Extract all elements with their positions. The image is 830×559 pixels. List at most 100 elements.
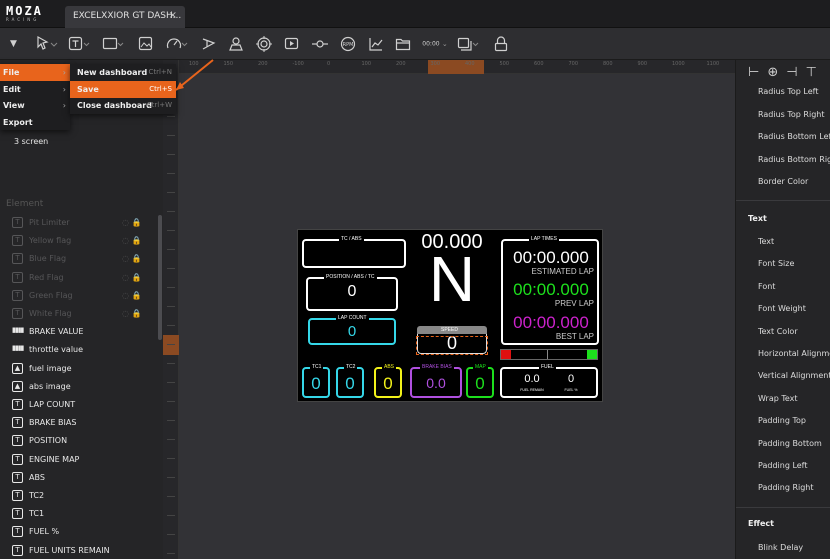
estimated-lap-time[interactable]: 00:00.000 bbox=[504, 248, 598, 268]
ruler-label: 1100 bbox=[706, 61, 720, 67]
property-label[interactable]: Vertical Alignment bbox=[758, 371, 830, 380]
element-list-item[interactable]: T ABS bbox=[6, 469, 156, 487]
speed-selection-box[interactable] bbox=[416, 336, 488, 355]
property-label[interactable]: Font Weight bbox=[758, 304, 806, 313]
tc2-value[interactable]: 0 bbox=[336, 374, 364, 394]
element-list-item[interactable]: T TC2 bbox=[6, 487, 156, 505]
hidden-lock-icon[interactable]: ◌ 🔒 bbox=[122, 269, 141, 287]
property-label[interactable]: Radius Bottom Left bbox=[758, 132, 830, 141]
video-tool-icon[interactable] bbox=[284, 35, 300, 53]
rectangle-tool-icon[interactable] bbox=[102, 35, 124, 53]
property-label[interactable]: Blink Delay bbox=[758, 543, 803, 552]
property-label[interactable]: Radius Top Left bbox=[758, 87, 818, 96]
element-list-item[interactable]: T White Flag ◌ 🔒 bbox=[6, 305, 156, 323]
lock-tool-icon[interactable] bbox=[493, 35, 509, 53]
element-list-item[interactable]: T FUEL UNITS REMAIN bbox=[6, 542, 156, 559]
menu-item-file[interactable]: File › bbox=[0, 64, 70, 81]
tc-abs-box[interactable] bbox=[302, 239, 406, 268]
slider-tool-icon[interactable] bbox=[312, 35, 328, 53]
abs-value[interactable]: 0 bbox=[374, 374, 402, 394]
element-list-item[interactable]: T BRAKE BIAS bbox=[6, 414, 156, 432]
time-tool[interactable]: 00:00 ⌄ bbox=[420, 35, 450, 53]
align-center-icon[interactable]: ⊕ bbox=[767, 65, 786, 80]
tc1-value[interactable]: 0 bbox=[302, 374, 330, 394]
property-label[interactable]: Radius Top Right bbox=[758, 110, 824, 119]
property-label[interactable]: Padding Bottom bbox=[758, 439, 822, 448]
element-list-item[interactable]: T LAP COUNT bbox=[6, 396, 156, 414]
element-label: Pit Limiter bbox=[29, 218, 70, 227]
logo-text: MOZA bbox=[6, 4, 43, 18]
submenu-item-close-dashboard[interactable]: Close dashboard Ctrl+W bbox=[70, 97, 176, 114]
element-list-item[interactable]: ▮▮▮▮ BRAKE VALUE bbox=[6, 323, 156, 341]
property-label[interactable]: Padding Right bbox=[758, 483, 814, 492]
hidden-lock-icon[interactable]: ◌ 🔒 bbox=[122, 250, 141, 268]
property-label[interactable]: Radius Bottom Right bbox=[758, 155, 830, 164]
fuel-remain-value[interactable]: 0.0 bbox=[512, 373, 552, 385]
person-tool-icon[interactable] bbox=[228, 35, 244, 53]
hidden-lock-icon[interactable]: ◌ 🔒 bbox=[122, 287, 141, 305]
element-list-item[interactable]: T Red Flag ◌ 🔒 bbox=[6, 269, 156, 287]
menu-item-label: View bbox=[3, 101, 25, 110]
rev-bar[interactable] bbox=[500, 349, 598, 360]
flag-tool-icon[interactable] bbox=[201, 35, 217, 53]
align-left-icon[interactable]: ⊢ bbox=[748, 65, 767, 80]
folder-tool-icon[interactable] bbox=[395, 35, 411, 53]
best-lap-time[interactable]: 00:00.000 bbox=[504, 313, 598, 333]
property-label[interactable]: Border Color bbox=[758, 177, 808, 186]
menu-item-view[interactable]: View › bbox=[0, 97, 70, 114]
element-list-item[interactable]: T POSITION bbox=[6, 432, 156, 450]
target-tool-icon[interactable] bbox=[256, 35, 272, 53]
property-label[interactable]: Text Color bbox=[758, 327, 798, 336]
hidden-lock-icon[interactable]: ◌ 🔒 bbox=[122, 232, 141, 250]
submenu-item-new-dashboard[interactable]: New dashboard Ctrl+N bbox=[70, 64, 176, 81]
layers-tool-icon[interactable] bbox=[457, 35, 479, 53]
text-tool-icon[interactable] bbox=[68, 35, 90, 53]
gear-value[interactable]: N bbox=[422, 244, 482, 314]
property-label[interactable]: Wrap Text bbox=[758, 394, 798, 403]
brake-bias-value[interactable]: 0.0 bbox=[410, 375, 462, 391]
ruler-tick bbox=[167, 363, 175, 364]
element-list-scrollbar[interactable] bbox=[158, 215, 162, 340]
pointer-tool-icon[interactable] bbox=[36, 35, 58, 53]
align-right-icon[interactable]: ⊣ bbox=[786, 65, 805, 80]
element-list-item[interactable]: T TC1 bbox=[6, 505, 156, 523]
element-list-item[interactable]: T Pit Limiter ◌ 🔒 bbox=[6, 214, 156, 232]
close-tab-icon[interactable]: × bbox=[169, 10, 177, 21]
gauge-tool-icon[interactable] bbox=[166, 35, 188, 53]
property-label[interactable]: Padding Top bbox=[758, 416, 806, 425]
ruler-label: -100 bbox=[292, 61, 304, 67]
property-label[interactable]: Padding Left bbox=[758, 461, 808, 470]
property-label[interactable]: Font bbox=[758, 282, 775, 291]
screen-item[interactable]: 3 screen bbox=[14, 137, 48, 146]
hidden-lock-icon[interactable]: ◌ 🔒 bbox=[122, 214, 141, 232]
property-label[interactable]: Horizontal Alignment bbox=[758, 349, 830, 358]
menu-item-edit[interactable]: Edit › bbox=[0, 81, 70, 98]
chart-tool-icon[interactable] bbox=[368, 35, 384, 53]
lap-count-value[interactable]: 0 bbox=[308, 323, 396, 340]
dashboard-preview[interactable]: TC / ABS 00.000 N POSITION / ABS / TC 0 … bbox=[297, 229, 603, 402]
shortcut-label: Ctrl+W bbox=[146, 101, 172, 109]
property-label[interactable]: Font Size bbox=[758, 259, 794, 268]
element-list-item[interactable]: ▮▮▮▮ throttle value bbox=[6, 341, 156, 359]
position-value[interactable]: 0 bbox=[306, 283, 398, 301]
align-top-icon[interactable]: ⊤ bbox=[806, 65, 825, 80]
ruler-tick bbox=[167, 439, 175, 440]
element-list-item[interactable]: T FUEL % bbox=[6, 523, 156, 541]
property-label[interactable]: Text bbox=[758, 237, 774, 246]
fuel-pct-value[interactable]: 0 bbox=[556, 373, 586, 385]
prev-lap-time[interactable]: 00:00.000 bbox=[504, 280, 598, 300]
image-tool-icon[interactable] bbox=[138, 35, 154, 53]
tab-dashboard[interactable]: EXCELXXIOR GT DASH... × bbox=[65, 6, 185, 28]
menu-item-export[interactable]: Export bbox=[0, 114, 70, 131]
map-value[interactable]: 0 bbox=[466, 374, 494, 394]
element-list-item[interactable]: T Yellow flag ◌ 🔒 bbox=[6, 232, 156, 250]
rpm-tool-icon[interactable]: RPM bbox=[340, 35, 356, 53]
submenu-item-save[interactable]: Save Ctrl+S bbox=[70, 80, 176, 98]
element-list-item[interactable]: T Blue Flag ◌ 🔒 bbox=[6, 250, 156, 268]
element-list-item[interactable]: ▲ fuel image bbox=[6, 360, 156, 378]
element-list-item[interactable]: T Green Flag ◌ 🔒 bbox=[6, 287, 156, 305]
hidden-lock-icon[interactable]: ◌ 🔒 bbox=[122, 305, 141, 323]
element-list-item[interactable]: ▲ abs image bbox=[6, 378, 156, 396]
element-list-item[interactable]: T ENGINE MAP bbox=[6, 451, 156, 469]
menu-dropdown-icon[interactable]: ▼ bbox=[10, 35, 17, 53]
